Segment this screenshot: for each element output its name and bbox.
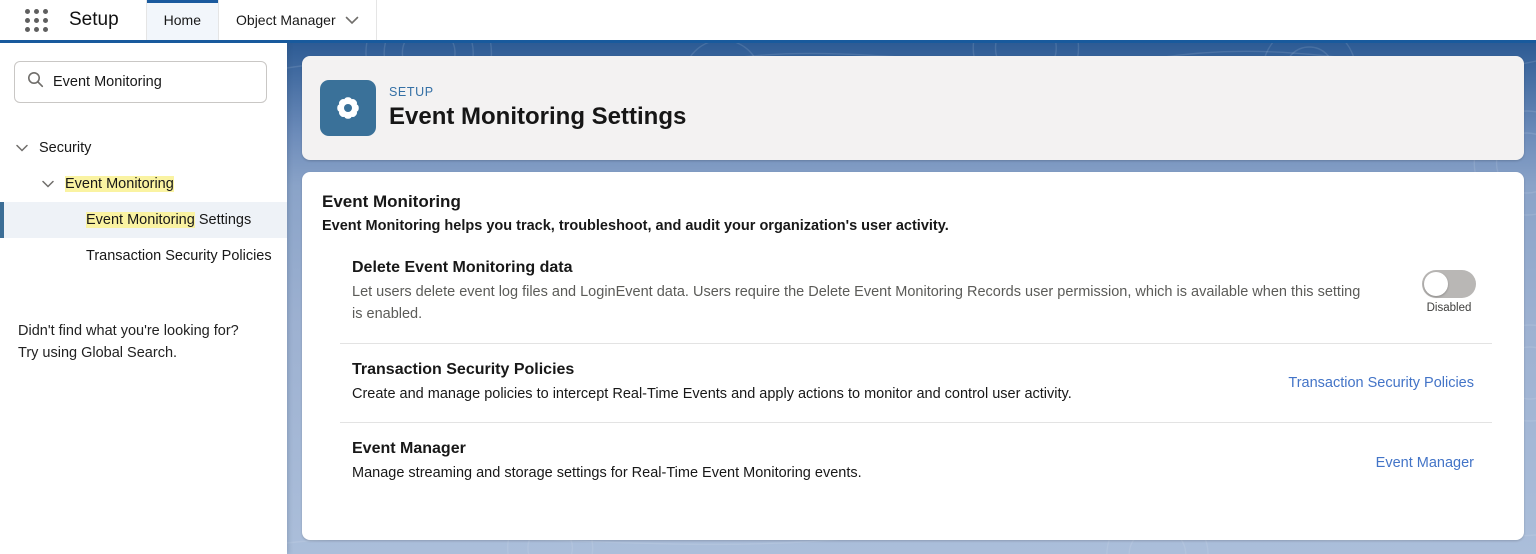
delete-data-toggle-wrap: Disabled — [1422, 270, 1476, 314]
tab-object-manager[interactable]: Object Manager — [219, 0, 377, 40]
page-title: Event Monitoring Settings — [389, 103, 687, 130]
section-description: Create and manage policies to intercept … — [352, 385, 1072, 402]
settings-sections: Delete Event Monitoring data Let users d… — [322, 242, 1504, 502]
tab-home-label: Home — [163, 12, 202, 28]
chevron-down-icon — [345, 16, 359, 25]
tree-item-label: Event Monitoring — [65, 176, 174, 192]
toggle-knob — [1424, 272, 1448, 297]
tree-item-event-monitoring-settings[interactable]: Event Monitoring Settings — [0, 202, 287, 238]
chevron-down-icon — [42, 176, 54, 192]
card-subheading: Event Monitoring helps you track, troubl… — [322, 218, 949, 234]
setup-sidebar: Security Event Monitoring Event Monitori… — [0, 43, 287, 554]
section-title: Transaction Security Policies — [352, 360, 575, 378]
main-region: SETUP Event Monitoring Settings Event Mo… — [287, 43, 1536, 554]
app-title: Setup — [69, 9, 119, 30]
section-description: Let users delete event log files and Log… — [352, 284, 1361, 322]
section-delete-event-monitoring-data: Delete Event Monitoring data Let users d… — [352, 242, 1504, 343]
tree-item-label-rest: Settings — [194, 212, 252, 228]
help-line-2: Try using Global Search. — [18, 345, 178, 362]
app-launcher-icon[interactable] — [25, 8, 48, 32]
setup-tabs: Home Object Manager — [145, 0, 377, 40]
chevron-down-icon — [16, 140, 28, 156]
tree-item-label: Security — [39, 140, 92, 156]
tree-item-transaction-security-policies[interactable]: Transaction Security Policies — [0, 238, 287, 274]
setup-header-card: SETUP Event Monitoring Settings — [302, 56, 1524, 160]
section-event-manager: Event Manager Manage streaming and stora… — [352, 423, 1504, 502]
toggle-state-label: Disabled — [1426, 302, 1472, 315]
delete-data-toggle[interactable] — [1422, 270, 1476, 299]
gear-icon — [320, 80, 376, 136]
tab-home[interactable]: Home — [145, 0, 220, 40]
setup-eyebrow: SETUP — [389, 85, 434, 99]
sidebar-help-text: Didn't find what you're looking for? Try… — [0, 320, 287, 365]
link-event-manager[interactable]: Event Manager — [1376, 455, 1474, 471]
tree-item-event-monitoring[interactable]: Event Monitoring — [0, 166, 287, 202]
tree-item-security[interactable]: Security — [0, 130, 287, 166]
card-heading: Event Monitoring — [322, 192, 461, 211]
section-description: Manage streaming and storage settings fo… — [352, 465, 862, 482]
tree-item-label-highlight: Event Monitoring — [86, 212, 195, 228]
link-transaction-security-policies[interactable]: Transaction Security Policies — [1288, 375, 1474, 391]
tree-item-label: Transaction Security Policies — [86, 248, 272, 264]
topbar: Setup Home Object Manager — [0, 0, 1536, 43]
help-line-1: Didn't find what you're looking for? — [18, 323, 239, 339]
section-title: Event Manager — [352, 440, 466, 458]
tab-object-manager-label: Object Manager — [236, 12, 336, 28]
settings-card: Event Monitoring Event Monitoring helps … — [302, 172, 1524, 540]
section-transaction-security-policies: Transaction Security Policies Create and… — [352, 344, 1504, 423]
quick-find-box[interactable] — [14, 61, 267, 103]
section-title: Delete Event Monitoring data — [352, 259, 573, 276]
search-icon — [27, 71, 44, 93]
quick-find-input[interactable] — [53, 74, 254, 90]
